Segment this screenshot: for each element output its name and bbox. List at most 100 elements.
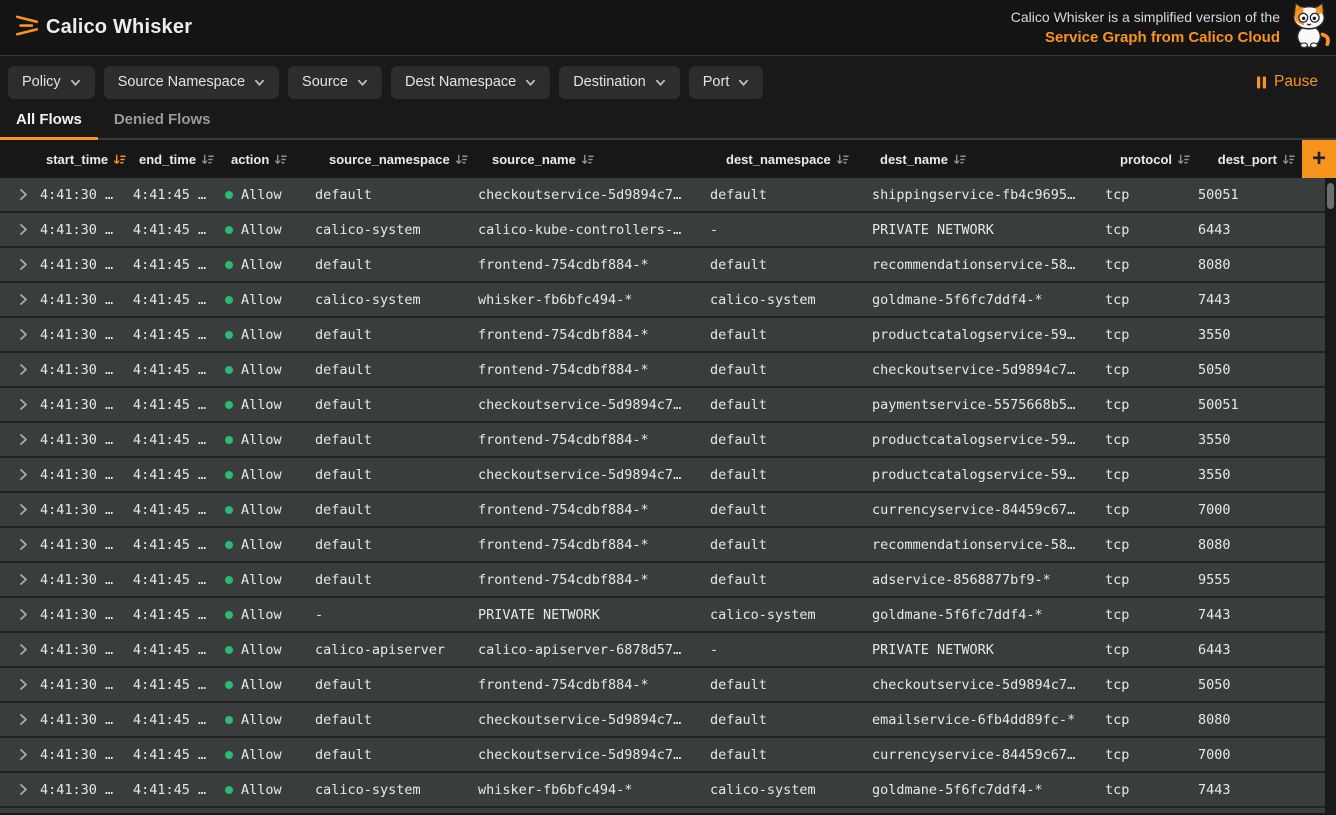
flow-row[interactable]: 4:41:30 … 4:41:45 … Allow default checko… bbox=[0, 738, 1325, 773]
row-expand-chevron-icon[interactable] bbox=[0, 423, 36, 456]
row-expand-chevron-icon[interactable] bbox=[0, 213, 36, 246]
cell-end-time: 4:41:45 … bbox=[129, 598, 221, 631]
flow-row[interactable]: 4:41:30 … 4:41:45 … Allow default fronte… bbox=[0, 248, 1325, 283]
action-label: Allow bbox=[241, 607, 282, 623]
column-header-start-time[interactable]: start_time bbox=[36, 152, 129, 167]
tabs: All Flows Denied Flows bbox=[0, 108, 1336, 140]
action-label: Allow bbox=[241, 257, 282, 273]
cell-dest-namespace: default bbox=[706, 423, 868, 456]
service-graph-link[interactable]: Service Graph from Calico Cloud bbox=[1011, 28, 1280, 48]
filter-port-button[interactable]: Port bbox=[689, 66, 764, 99]
allow-status-dot bbox=[225, 611, 233, 619]
chevron-down-icon bbox=[738, 77, 749, 88]
sort-icon bbox=[953, 153, 966, 166]
filter-policy-button[interactable]: Policy bbox=[8, 66, 95, 99]
column-header-protocol[interactable]: protocol bbox=[1101, 152, 1194, 167]
cell-dest-port: 50051 bbox=[1194, 388, 1325, 421]
flow-row[interactable]: 4:41:30 … 4:41:45 … Allow default checko… bbox=[0, 178, 1325, 213]
cell-start-time: 4:41:30 … bbox=[36, 423, 129, 456]
cell-protocol: tcp bbox=[1101, 178, 1194, 211]
column-header-dest-namespace[interactable]: dest_namespace bbox=[706, 152, 868, 167]
row-expand-chevron-icon[interactable] bbox=[0, 528, 36, 561]
cell-source-namespace: default bbox=[311, 178, 474, 211]
allow-status-dot bbox=[225, 681, 233, 689]
row-expand-chevron-icon[interactable] bbox=[0, 248, 36, 281]
allow-status-dot bbox=[225, 541, 233, 549]
row-expand-chevron-icon[interactable] bbox=[0, 283, 36, 316]
flow-row[interactable]: 4:41:30 … 4:41:45 … Allow - PRIVATE NETW… bbox=[0, 598, 1325, 633]
row-expand-chevron-icon[interactable] bbox=[0, 563, 36, 596]
cell-end-time: 4:41:45 … bbox=[129, 248, 221, 281]
column-header-action[interactable]: action bbox=[221, 152, 311, 167]
cell-dest-name: currencyservice-84459c67… bbox=[868, 738, 1101, 771]
flow-row[interactable]: 4:41:30 … 4:41:45 … Allow calico-apiserv… bbox=[0, 633, 1325, 668]
flow-row[interactable]: 4:41:30 … 4:41:45 … Allow calico-system … bbox=[0, 283, 1325, 318]
row-expand-chevron-icon[interactable] bbox=[0, 598, 36, 631]
cell-dest-port: 3550 bbox=[1194, 458, 1325, 491]
action-label: Allow bbox=[241, 677, 282, 693]
row-expand-chevron-icon[interactable] bbox=[0, 738, 36, 771]
cell-source-name: frontend-754cdbf884-* bbox=[474, 423, 706, 456]
topbar: Calico Whisker Calico Whisker is a simpl… bbox=[0, 0, 1336, 56]
flow-row[interactable]: 4:41:30 … 4:41:45 … Allow default fronte… bbox=[0, 423, 1325, 458]
filter-policy-label: Policy bbox=[22, 74, 61, 90]
cell-action: Allow bbox=[221, 458, 311, 491]
filter-destination-button[interactable]: Destination bbox=[559, 66, 680, 99]
tab-all-flows[interactable]: All Flows bbox=[0, 108, 98, 138]
cell-dest-name: checkoutservice-5d9894c7… bbox=[868, 353, 1101, 386]
flow-row[interactable]: 4:41:30 … 4:41:45 … Allow calico-system … bbox=[0, 773, 1325, 808]
add-column-button[interactable]: + bbox=[1302, 140, 1336, 178]
row-expand-chevron-icon[interactable] bbox=[0, 388, 36, 421]
row-expand-chevron-icon[interactable] bbox=[0, 493, 36, 526]
flow-row[interactable]: 4:41:30 … 4:41:45 … Allow default fronte… bbox=[0, 493, 1325, 528]
cell-source-name: checkoutservice-5d9894c7… bbox=[474, 388, 706, 421]
whisker-logo-icon bbox=[14, 12, 40, 43]
flow-row[interactable]: 4:41:30 … 4:41:45 … Allow default checko… bbox=[0, 703, 1325, 738]
cell-protocol: tcp bbox=[1101, 738, 1194, 771]
flow-row[interactable]: 4:41:30 … 4:41:45 … Allow default fronte… bbox=[0, 668, 1325, 703]
flow-row[interactable]: 4:41:30 … 4:41:45 … Allow default fronte… bbox=[0, 528, 1325, 563]
flow-row[interactable]: 4:41:30 … 4:41:45 … Allow calico-system … bbox=[0, 213, 1325, 248]
action-label: Allow bbox=[241, 747, 282, 763]
cell-dest-name: PRIVATE NETWORK bbox=[868, 633, 1101, 666]
cell-dest-name: productcatalogservice-59… bbox=[868, 423, 1101, 456]
row-expand-chevron-icon[interactable] bbox=[0, 703, 36, 736]
cell-end-time: 4:41:45 … bbox=[129, 633, 221, 666]
flow-row[interactable]: 4:41:30 … 4:41:45 … Allow default fronte… bbox=[0, 353, 1325, 388]
cell-dest-namespace: default bbox=[706, 248, 868, 281]
filter-bar: Policy Source Namespace Source Dest Name… bbox=[0, 56, 1336, 108]
row-expand-chevron-icon[interactable] bbox=[0, 178, 36, 211]
column-header-source-name[interactable]: source_name bbox=[474, 152, 706, 167]
cell-start-time: 4:41:30 … bbox=[36, 213, 129, 246]
filter-source-namespace-button[interactable]: Source Namespace bbox=[104, 66, 279, 99]
vertical-scrollbar-thumb[interactable] bbox=[1327, 183, 1334, 209]
filter-dest-namespace-button[interactable]: Dest Namespace bbox=[391, 66, 550, 99]
flow-row[interactable]: 4:41:30 … 4:41:45 … Allow default fronte… bbox=[0, 563, 1325, 598]
pause-button[interactable]: Pause bbox=[1254, 69, 1320, 95]
cell-source-namespace: default bbox=[311, 423, 474, 456]
cell-start-time: 4:41:30 … bbox=[36, 598, 129, 631]
tab-denied-flows[interactable]: Denied Flows bbox=[98, 108, 227, 138]
cell-end-time: 4:41:45 … bbox=[129, 493, 221, 526]
cell-dest-namespace: default bbox=[706, 493, 868, 526]
row-expand-chevron-icon[interactable] bbox=[0, 353, 36, 386]
cell-source-namespace: default bbox=[311, 668, 474, 701]
cell-dest-name: paymentservice-5575668b5… bbox=[868, 388, 1101, 421]
flow-row[interactable]: 4:41:30 … 4:41:45 … Allow default fronte… bbox=[0, 318, 1325, 353]
filter-source-button[interactable]: Source bbox=[288, 66, 382, 99]
row-expand-chevron-icon[interactable] bbox=[0, 318, 36, 351]
row-expand-chevron-icon[interactable] bbox=[0, 773, 36, 806]
row-expand-chevron-icon[interactable] bbox=[0, 633, 36, 666]
cell-source-namespace: default bbox=[311, 563, 474, 596]
flow-row[interactable]: 4:41:30 … 4:41:45 … Allow default checko… bbox=[0, 458, 1325, 493]
row-expand-chevron-icon[interactable] bbox=[0, 668, 36, 701]
cell-dest-namespace: default bbox=[706, 703, 868, 736]
cell-source-name: frontend-754cdbf884-* bbox=[474, 248, 706, 281]
row-expand-chevron-icon[interactable] bbox=[0, 458, 36, 491]
column-header-source-namespace[interactable]: source_namespace bbox=[311, 152, 474, 167]
column-header-dest-name[interactable]: dest_name bbox=[868, 152, 1101, 167]
cell-dest-namespace: default bbox=[706, 738, 868, 771]
column-header-end-time[interactable]: end_time bbox=[129, 152, 221, 167]
flow-row[interactable]: 4:41:30 … 4:41:45 … Allow default checko… bbox=[0, 388, 1325, 423]
cell-action: Allow bbox=[221, 213, 311, 246]
